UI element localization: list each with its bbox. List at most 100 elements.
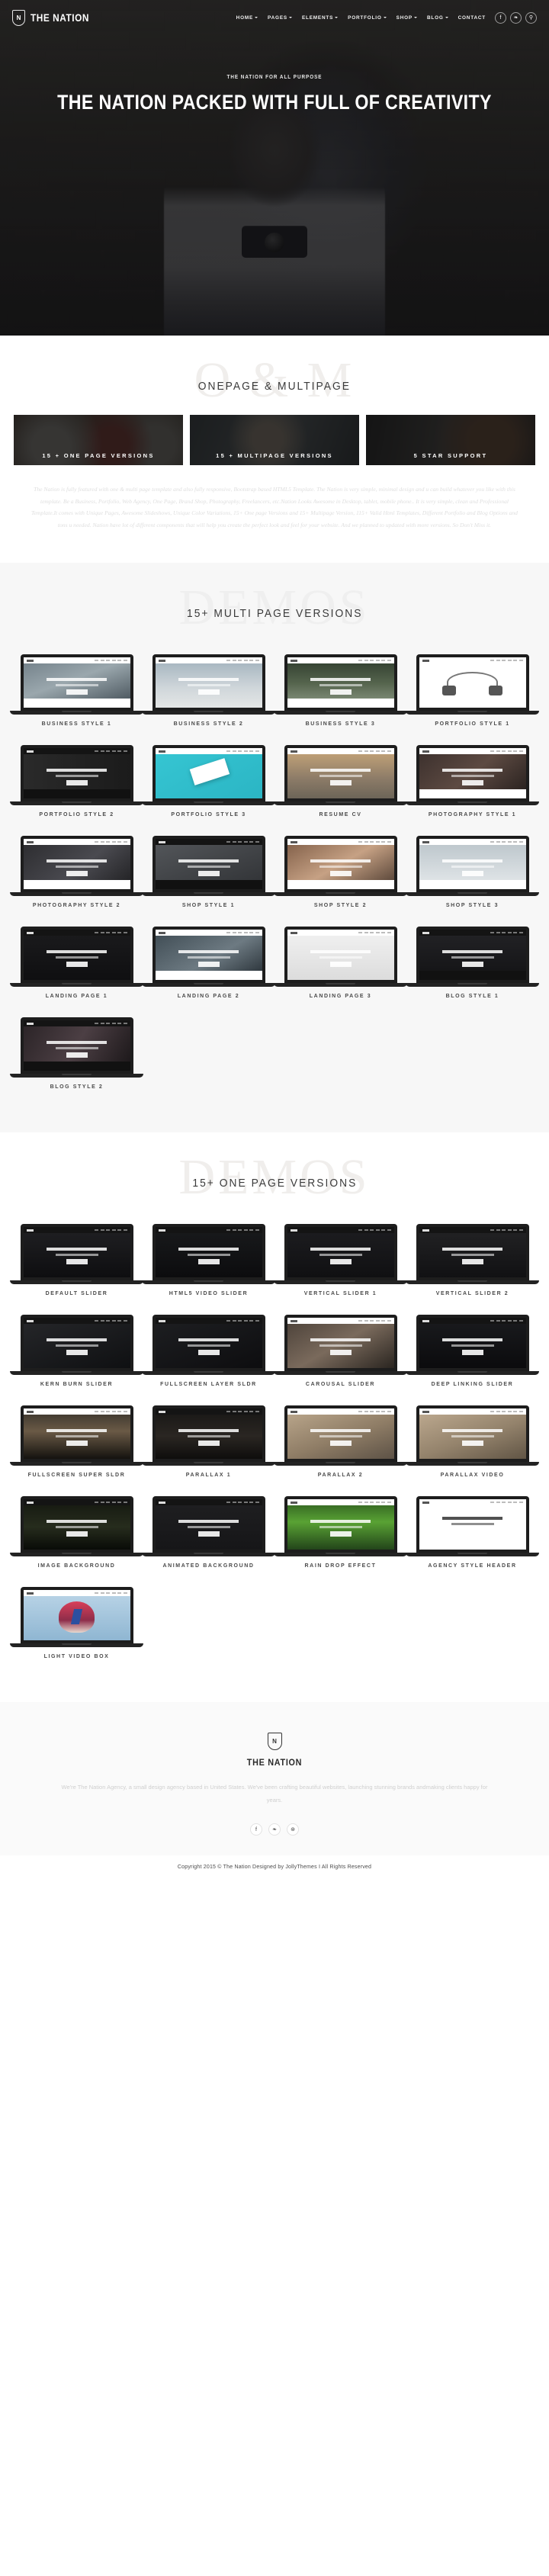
mock-headline <box>310 1428 371 1432</box>
demo-thumbnail[interactable]: FULLSCREEN LAYER SLDR <box>142 1307 275 1398</box>
laptop-mockup <box>406 654 539 715</box>
demo-thumbnail[interactable]: BUSINESS STYLE 2 <box>142 647 275 737</box>
demo-thumbnail[interactable]: PHOTOGRAPHY STYLE 2 <box>10 828 143 919</box>
demo-thumbnail[interactable]: SHOP STYLE 2 <box>274 828 407 919</box>
laptop-lid <box>284 1224 397 1281</box>
demo-thumbnail[interactable]: IMAGE BACKGROUND <box>10 1489 143 1579</box>
laptop-base <box>10 1280 143 1285</box>
demo-thumbnail[interactable]: ANIMATED BACKGROUND <box>142 1489 275 1579</box>
demo-thumbnail[interactable]: LANDING PAGE 3 <box>274 919 407 1010</box>
demo-thumbnail[interactable]: LANDING PAGE 2 <box>142 919 275 1010</box>
demo-thumbnail[interactable]: HTML5 VIDEO SLIDER <box>142 1216 275 1307</box>
laptop-mockup <box>274 1496 407 1557</box>
demo-thumbnail[interactable]: PARALLAX 2 <box>274 1398 407 1489</box>
nav-item-shop[interactable]: SHOP <box>396 15 417 21</box>
demo-thumbnail[interactable]: KERN BURN SLIDER <box>10 1307 143 1398</box>
feature-box[interactable]: 5 STAR SUPPORT <box>366 415 535 465</box>
dribbble-icon[interactable]: ⊛ <box>287 1823 299 1836</box>
demo-thumbnail[interactable]: PORTFOLIO STYLE 3 <box>142 737 275 828</box>
nav-item-label: ELEMENTS <box>301 14 334 21</box>
nav-item-elements[interactable]: ELEMENTS <box>301 14 339 21</box>
laptop-mockup <box>10 927 143 988</box>
mock-button <box>197 1350 220 1356</box>
nav-item-label: CONTACT <box>458 14 486 21</box>
mock-browser-bar <box>23 930 130 936</box>
hero-text-block: THE NATION FOR ALL PURPOSE THE NATION PA… <box>0 75 549 114</box>
demo-thumbnail[interactable]: LIGHT VIDEO BOX <box>10 1579 143 1670</box>
demo-thumbnail[interactable]: SHOP STYLE 1 <box>142 828 275 919</box>
demo-thumbnail[interactable]: BLOG STYLE 1 <box>406 919 539 1010</box>
demo-screenshot <box>23 1590 130 1641</box>
mock-logo <box>290 1501 297 1504</box>
mock-logo <box>158 931 165 934</box>
laptop-base <box>274 801 407 806</box>
hero-title: THE NATION PACKED WITH FULL OF CREATIVIT… <box>57 91 492 114</box>
mock-browser-bar <box>155 1408 262 1415</box>
laptop-base <box>10 1074 143 1078</box>
demo-thumbnail[interactable]: CAROUSAL SLIDER <box>274 1307 407 1398</box>
mock-logo <box>158 659 165 662</box>
facebook-icon[interactable]: f <box>495 11 506 24</box>
mock-browser-bar <box>287 930 394 936</box>
mock-footer <box>23 789 130 799</box>
demo-thumbnail[interactable]: VERTICAL SLIDER 1 <box>274 1216 407 1307</box>
laptop-base <box>406 1371 539 1376</box>
demo-thumbnail[interactable]: PARALLAX 1 <box>142 1398 275 1489</box>
mock-menu <box>358 1320 391 1322</box>
demo-thumbnail[interactable]: PARALLAX VIDEO <box>406 1398 539 1489</box>
laptop-base <box>406 892 539 897</box>
demo-thumbnail[interactable]: AGENCY STYLE HEADER <box>406 1489 539 1579</box>
mock-logo <box>158 750 165 753</box>
laptop-lid <box>152 1315 265 1372</box>
feature-box[interactable]: 15 + ONE PAGE VERSIONS <box>14 415 183 465</box>
demo-screenshot <box>287 748 394 799</box>
mock-logo <box>290 1319 297 1322</box>
demo-thumbnail[interactable]: BLOG STYLE 2 <box>10 1010 143 1100</box>
demo-thumbnail[interactable]: VERTICAL SLIDER 2 <box>406 1216 539 1307</box>
laptop-lid <box>20 1315 133 1372</box>
brand-logo[interactable]: N THE NATION <box>12 9 98 26</box>
laptop-base <box>406 1462 539 1466</box>
demo-screenshot <box>23 1408 130 1460</box>
nav-item-contact[interactable]: CONTACT <box>458 15 486 21</box>
demo-thumbnail[interactable]: LANDING PAGE 1 <box>10 919 143 1010</box>
demo-thumbnail[interactable]: PORTFOLIO STYLE 1 <box>406 647 539 737</box>
search-icon[interactable]: ⚲ <box>525 11 537 24</box>
demo-thumbnail[interactable]: DEFAULT SLIDER <box>10 1216 143 1307</box>
laptop-lid <box>152 836 265 893</box>
twitter-icon[interactable]: ❧ <box>268 1823 281 1836</box>
main-nav[interactable]: HOME PAGES ELEMENTS PORTFOLIO SHOP BLOG CONTAC… <box>236 15 486 21</box>
nav-item-blog[interactable]: BLOG <box>427 15 448 21</box>
mock-subline <box>319 774 362 777</box>
demo-screenshot <box>287 1499 394 1550</box>
mock-menu <box>490 1502 523 1504</box>
demo-thumbnail[interactable]: PORTFOLIO STYLE 2 <box>10 737 143 828</box>
demo-label: SHOP STYLE 2 <box>313 903 368 909</box>
demo-thumbnail[interactable]: DEEP LINKING SLIDER <box>406 1307 539 1398</box>
section-title: 15+ MULTI PAGE VERSIONS <box>186 607 363 621</box>
demo-thumbnail[interactable]: RESUME CV <box>274 737 407 828</box>
demo-thumbnail[interactable]: BUSINESS STYLE 3 <box>274 647 407 737</box>
demo-thumbnail[interactable]: SHOP STYLE 3 <box>406 828 539 919</box>
facebook-icon[interactable]: f <box>250 1823 262 1836</box>
feature-box[interactable]: 15 + MULTIPAGE VERSIONS <box>190 415 359 465</box>
mock-logo <box>422 659 429 662</box>
mock-browser-bar <box>419 839 526 846</box>
nav-item-portfolio[interactable]: PORTFOLIO <box>348 15 387 21</box>
mock-headline <box>310 768 371 772</box>
nav-item-home[interactable]: HOME <box>236 15 258 21</box>
footer-social-links[interactable]: f ❧ ⊛ <box>0 1823 549 1836</box>
demo-label: KERN BURN SLIDER <box>40 1382 114 1388</box>
section-header: DEMOS 15+ MULTI PAGE VERSIONS <box>0 583 549 638</box>
mock-headline <box>47 768 107 772</box>
header-social-links[interactable]: f ❧ ⚲ <box>495 11 537 24</box>
brand-name: THE NATION <box>30 11 89 24</box>
demo-thumbnail[interactable]: FULLSCREEN SUPER SLDR <box>10 1398 143 1489</box>
twitter-icon[interactable]: ❧ <box>510 11 522 24</box>
laptop-mockup <box>274 927 407 988</box>
demo-thumbnail[interactable]: RAIN DROP EFFECT <box>274 1489 407 1579</box>
mock-browser-bar <box>287 1408 394 1415</box>
demo-thumbnail[interactable]: BUSINESS STYLE 1 <box>10 647 143 737</box>
demo-thumbnail[interactable]: PHOTOGRAPHY STYLE 1 <box>406 737 539 828</box>
nav-item-pages[interactable]: PAGES <box>268 15 292 21</box>
